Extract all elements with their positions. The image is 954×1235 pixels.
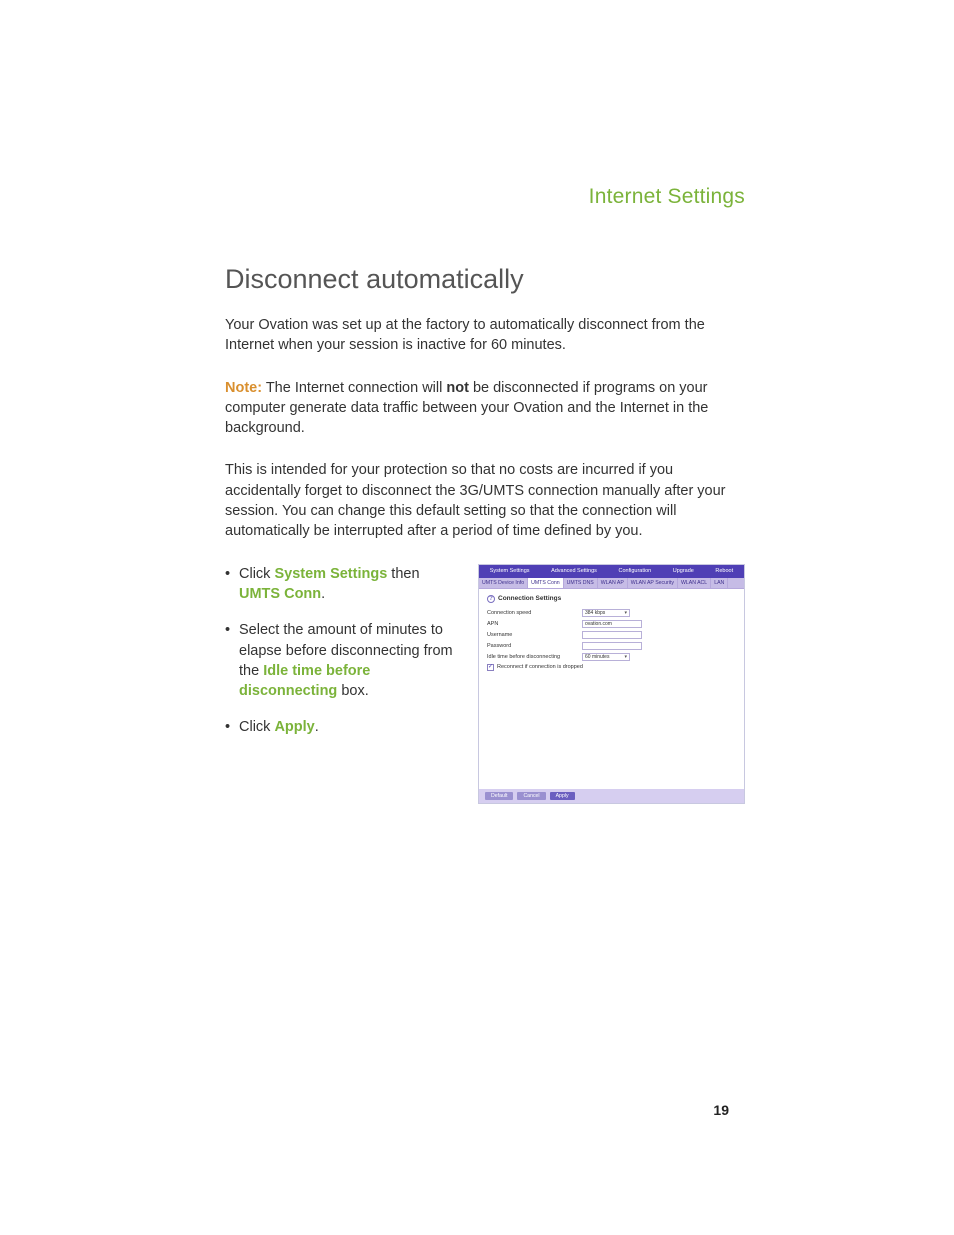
instruction-list: Click System Settings then UMTS Conn. Se… <box>225 564 460 738</box>
default-button[interactable]: Default <box>485 792 513 800</box>
tab-wlan-acl[interactable]: WLAN ACL <box>678 578 711 588</box>
label-password: Password <box>487 643 582 649</box>
page-number: 19 <box>713 1102 729 1118</box>
li-text: Click <box>239 719 274 735</box>
apply-button[interactable]: Apply <box>550 792 575 800</box>
li-link-apply: Apply <box>274 719 314 735</box>
topnav-item[interactable]: Reboot <box>715 568 733 574</box>
tab-umts-conn[interactable]: UMTS Conn <box>528 578 564 588</box>
tab-wlan-ap-security[interactable]: WLAN AP Security <box>628 578 678 588</box>
topnav-item[interactable]: Upgrade <box>673 568 694 574</box>
label-idle-time: Idle time before disconnecting <box>487 654 582 660</box>
checkbox-reconnect[interactable]: ✓ <box>487 664 494 671</box>
note-bold: not <box>446 380 469 396</box>
select-idle-time[interactable]: 60 minutes <box>582 653 630 661</box>
li-link-system-settings: System Settings <box>274 566 387 582</box>
label-connection-speed: Connection speed <box>487 610 582 616</box>
input-username[interactable] <box>582 631 642 639</box>
list-item: Select the amount of minutes to elapse b… <box>239 620 460 701</box>
list-item: Click System Settings then UMTS Conn. <box>239 564 460 605</box>
topnav-item[interactable]: System Settings <box>490 568 530 574</box>
label-apn: APN <box>487 621 582 627</box>
li-text: . <box>321 586 325 602</box>
paragraph-note: Note: The Internet connection will not b… <box>225 378 745 439</box>
li-text: box. <box>337 683 368 699</box>
note-text-before: The Internet connection will <box>262 380 446 396</box>
label-username: Username <box>487 632 582 638</box>
note-label: Note: <box>225 380 262 396</box>
paragraph-explain: This is intended for your protection so … <box>225 460 745 541</box>
screenshot-topnav: System Settings Advanced Settings Config… <box>479 565 744 578</box>
page-title: Disconnect automatically <box>225 264 745 295</box>
cancel-button[interactable]: Cancel <box>517 792 545 800</box>
page-header: Internet Settings <box>225 185 745 209</box>
list-item: Click Apply. <box>239 717 460 737</box>
select-connection-speed[interactable]: 384 kbps <box>582 609 630 617</box>
li-text: . <box>315 719 319 735</box>
screenshot-tabs: UMTS Device Info UMTS Conn UMTS DNS WLAN… <box>479 578 744 589</box>
help-icon[interactable]: ? <box>487 595 495 603</box>
screenshot-footer: Default Cancel Apply <box>479 789 744 803</box>
section-heading-text: Connection Settings <box>498 595 561 602</box>
tab-lan[interactable]: LAN <box>711 578 728 588</box>
tab-wlan-ap[interactable]: WLAN AP <box>598 578 628 588</box>
topnav-item[interactable]: Advanced Settings <box>551 568 597 574</box>
tab-umts-dns[interactable]: UMTS DNS <box>564 578 598 588</box>
li-text: then <box>387 566 419 582</box>
label-reconnect: Reconnect if connection is dropped <box>497 664 583 670</box>
input-password[interactable] <box>582 642 642 650</box>
li-text: Click <box>239 566 274 582</box>
topnav-item[interactable]: Configuration <box>618 568 651 574</box>
input-apn[interactable]: ovation.com <box>582 620 642 628</box>
li-link-umts-conn: UMTS Conn <box>239 586 321 602</box>
section-heading: ?Connection Settings <box>487 595 736 603</box>
paragraph-intro: Your Ovation was set up at the factory t… <box>225 315 745 356</box>
settings-screenshot: System Settings Advanced Settings Config… <box>478 564 745 804</box>
tab-umts-device-info[interactable]: UMTS Device Info <box>479 578 528 588</box>
